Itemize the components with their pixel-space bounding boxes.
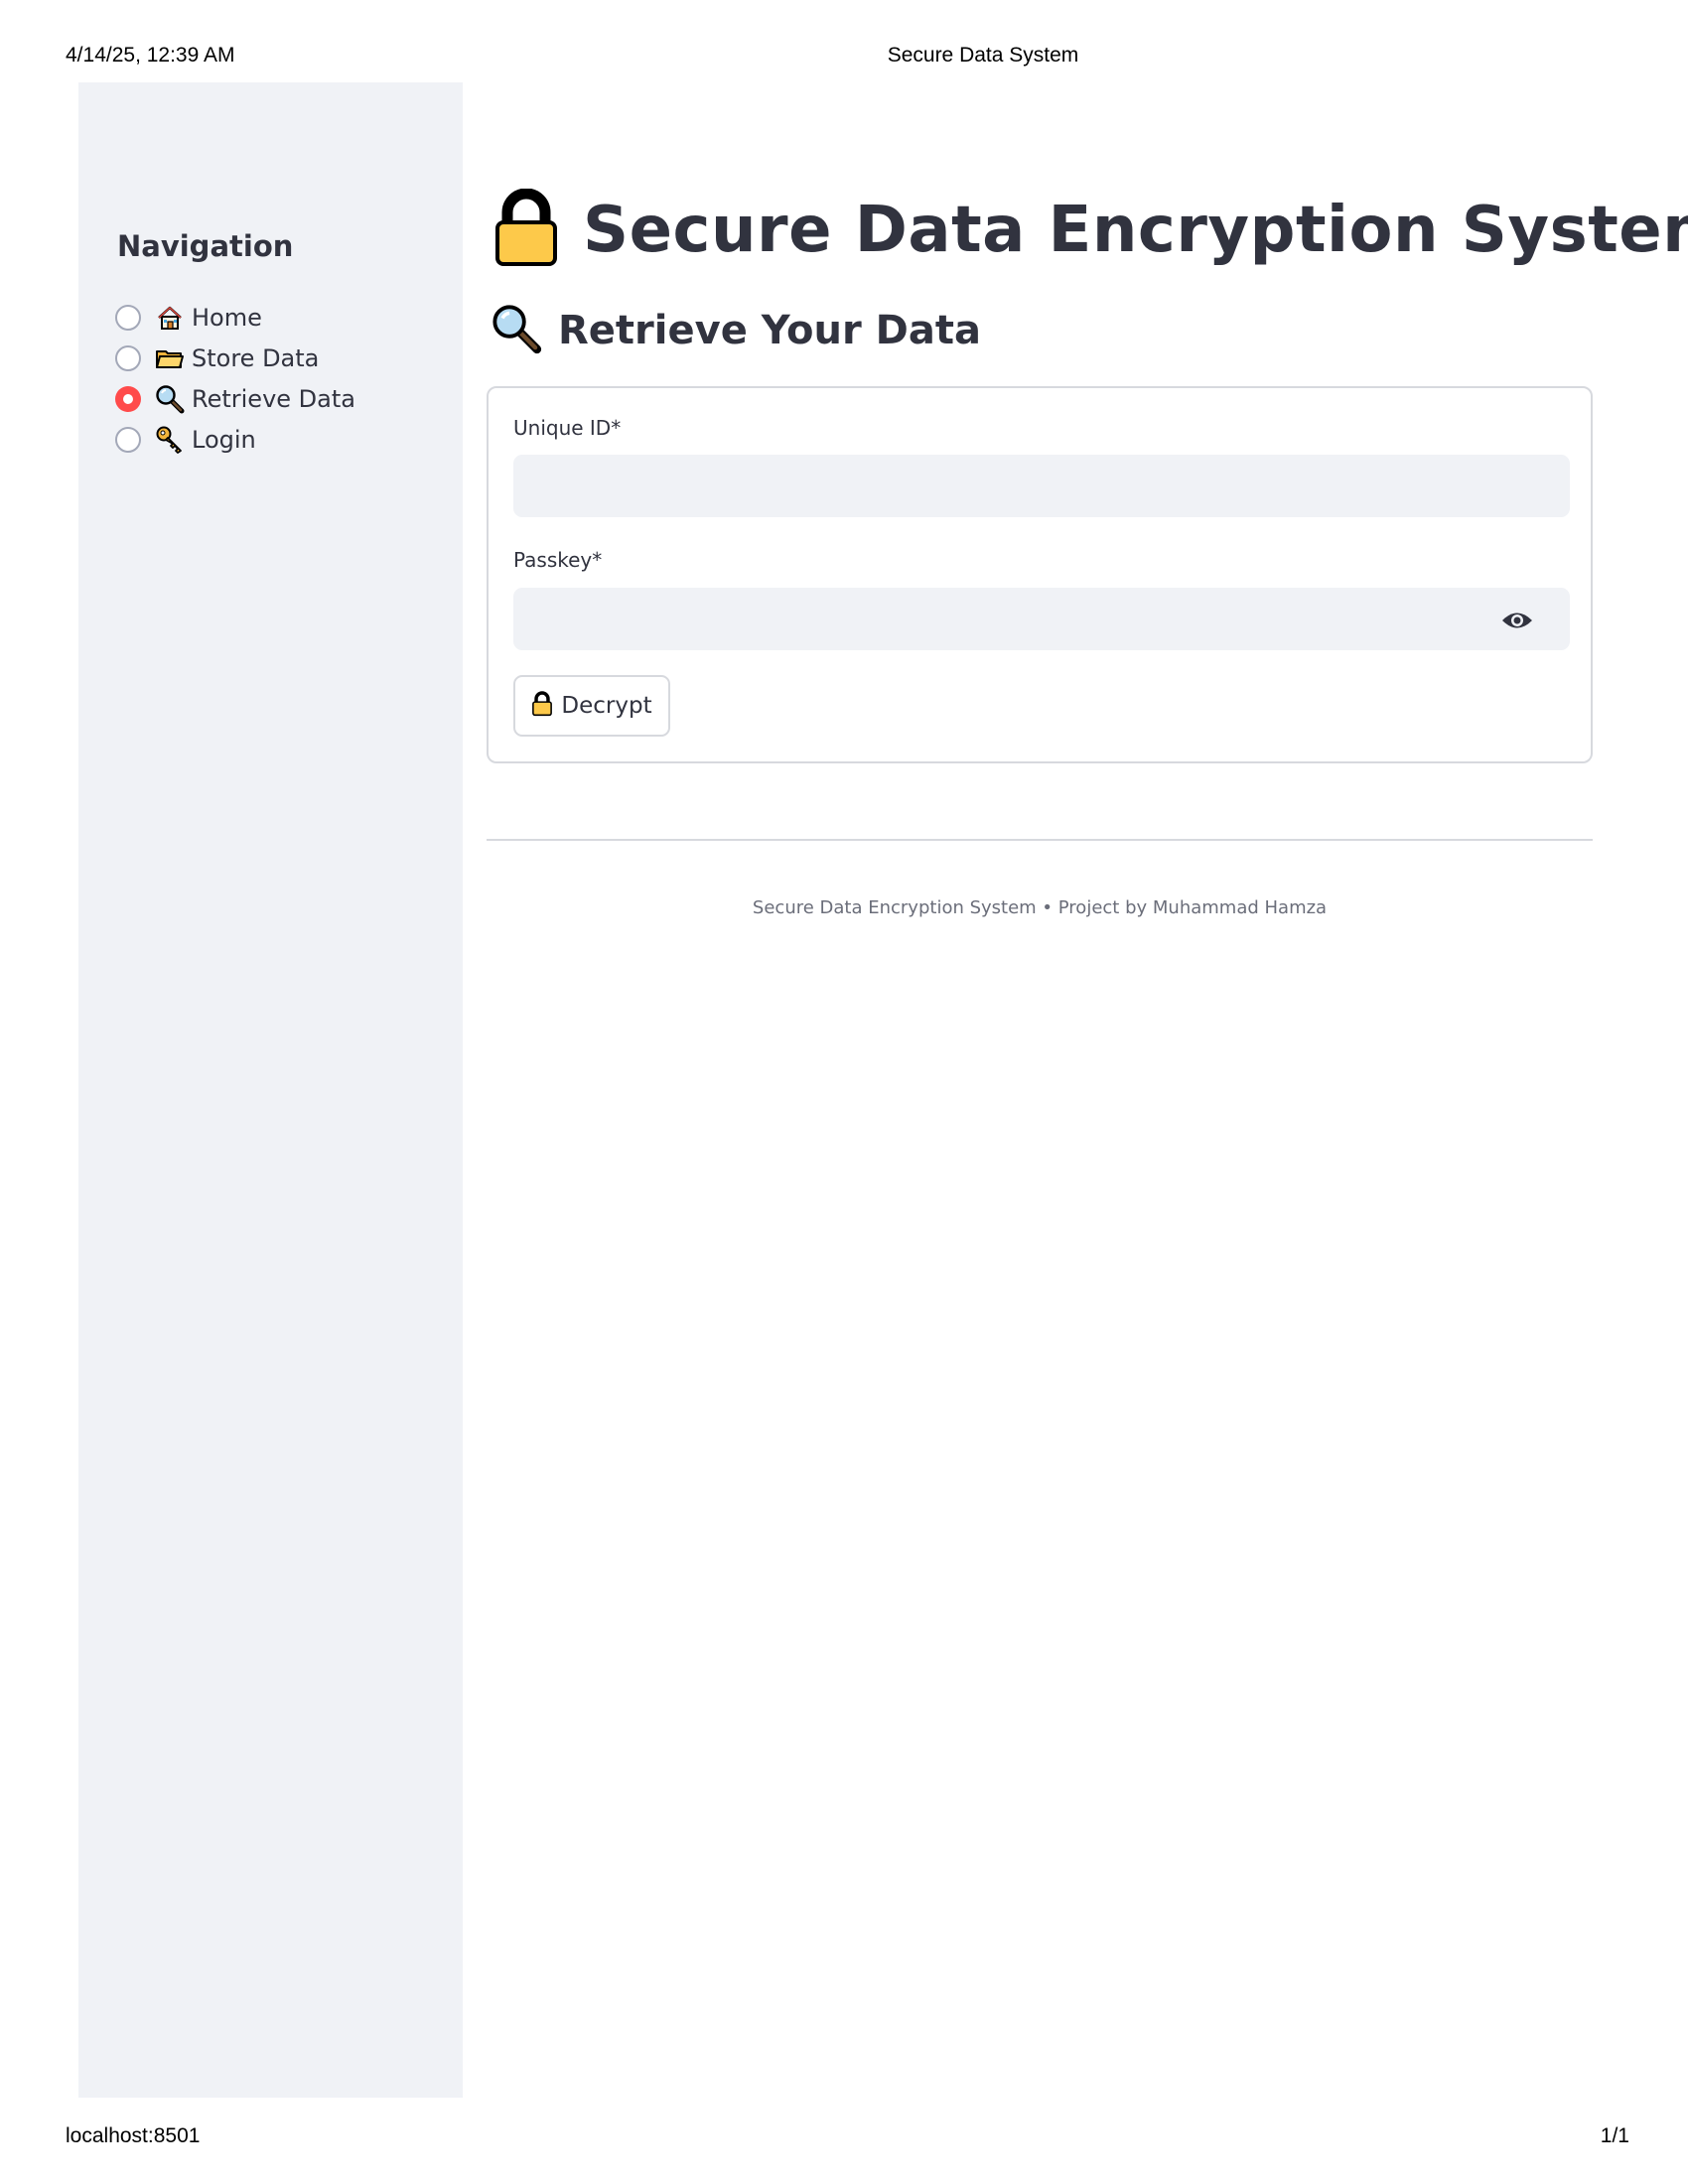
passkey-label: Passkey* <box>513 548 603 572</box>
radio-retrieve-data[interactable] <box>115 385 141 412</box>
house-icon <box>155 303 185 333</box>
navigation-radio-group: Home Store Data Retrieve Data Login <box>115 297 355 460</box>
radio-login[interactable] <box>115 426 141 453</box>
unique-id-input[interactable] <box>513 455 1570 517</box>
retrieve-form: Unique ID* Passkey* Decrypt <box>487 386 1593 763</box>
lock-icon <box>492 188 561 272</box>
sidebar-item-retrieve-data[interactable]: Retrieve Data <box>115 378 355 419</box>
decrypt-button[interactable]: Decrypt <box>513 675 670 737</box>
magnifier-icon <box>489 303 544 358</box>
sidebar-item-login[interactable]: Login <box>115 419 355 460</box>
page-title-text: Secure Data Encryption System <box>583 194 1688 267</box>
sidebar-item-home[interactable]: Home <box>115 297 355 338</box>
sidebar-item-label: Login <box>192 425 256 454</box>
sidebar-title: Navigation <box>117 229 294 263</box>
lock-icon <box>531 690 553 722</box>
section-heading: Retrieve Your Data <box>489 303 981 358</box>
radio-home[interactable] <box>115 304 141 331</box>
divider <box>487 839 1593 841</box>
sidebar-item-label: Home <box>192 303 262 332</box>
sidebar-item-label: Store Data <box>192 343 320 372</box>
sidebar: Navigation Home Store Data Retrieve Data… <box>78 82 463 2098</box>
section-heading-text: Retrieve Your Data <box>558 308 981 353</box>
eye-icon[interactable] <box>1499 606 1535 635</box>
key-icon <box>155 425 185 455</box>
folder-icon <box>155 343 185 373</box>
page-title: Secure Data Encryption System <box>492 188 1688 272</box>
magnifier-icon <box>155 384 185 414</box>
print-page-title: Secure Data System <box>887 44 1079 67</box>
sidebar-item-store-data[interactable]: Store Data <box>115 338 355 378</box>
radio-store-data[interactable] <box>115 344 141 371</box>
unique-id-label: Unique ID* <box>513 416 622 440</box>
print-url: localhost:8501 <box>66 2124 201 2147</box>
app-footer: Secure Data Encryption System • Project … <box>752 897 1328 918</box>
sidebar-item-label: Retrieve Data <box>192 384 355 413</box>
decrypt-button-label: Decrypt <box>561 693 652 719</box>
passkey-input[interactable] <box>513 588 1570 650</box>
print-page-number: 1/1 <box>1600 2124 1629 2147</box>
